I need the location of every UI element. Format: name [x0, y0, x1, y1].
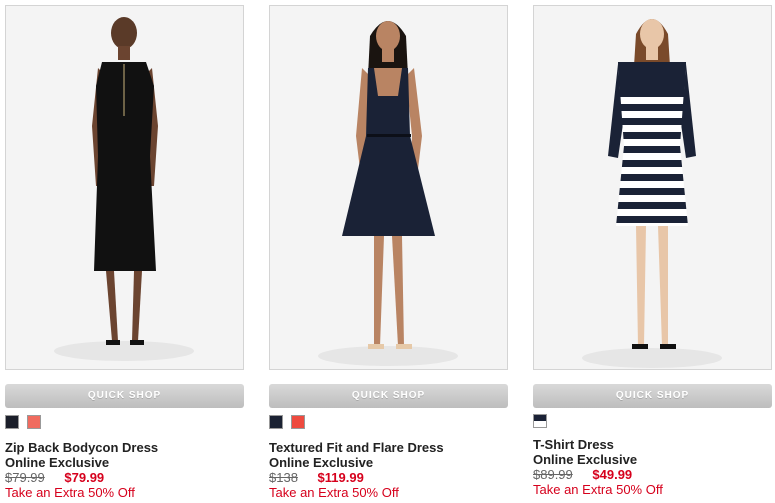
swatch-navy-white-stripe[interactable]	[533, 414, 547, 428]
online-exclusive-badge: Online Exclusive	[269, 455, 374, 470]
sale-price: $119.99	[317, 470, 364, 485]
quick-shop-button[interactable]: QUICK SHOP	[269, 384, 508, 408]
original-price: $138	[269, 470, 298, 485]
swatch-navy[interactable]	[269, 415, 283, 429]
product-info: Textured Fit and Flare Dress Online Excl…	[269, 440, 507, 500]
product-image[interactable]	[533, 5, 772, 370]
product-card: QUICK SHOP Zip Back Bodycon Dress Online…	[3, 0, 244, 503]
product-name[interactable]: T-Shirt Dress	[533, 437, 771, 452]
online-exclusive-badge: Online Exclusive	[5, 455, 110, 470]
color-swatches	[5, 415, 45, 429]
price-row: $138 $119.99	[269, 470, 507, 485]
product-name[interactable]: Zip Back Bodycon Dress	[5, 440, 243, 455]
swatch-red[interactable]	[291, 415, 306, 429]
quick-shop-button[interactable]: QUICK SHOP	[533, 384, 772, 408]
product-info: T-Shirt Dress Online Exclusive $89.99 $4…	[533, 437, 771, 497]
color-swatches	[269, 415, 309, 429]
original-price: $89.99	[533, 467, 573, 482]
product-card: QUICK SHOP T-Shirt Dress Online Exclusiv…	[531, 0, 772, 503]
model-photo	[534, 6, 771, 369]
product-name[interactable]: Textured Fit and Flare Dress	[269, 440, 507, 455]
sale-price: $49.99	[592, 467, 633, 482]
original-price: $79.99	[5, 470, 45, 485]
product-info: Zip Back Bodycon Dress Online Exclusive …	[5, 440, 243, 500]
model-photo	[6, 6, 243, 369]
online-exclusive-badge: Online Exclusive	[533, 452, 638, 467]
swatch-navy[interactable]	[5, 415, 19, 429]
color-swatches	[533, 414, 551, 428]
swatch-coral[interactable]	[27, 415, 42, 429]
price-row: $79.99 $79.99	[5, 470, 243, 485]
product-card: QUICK SHOP Textured Fit and Flare Dress …	[267, 0, 508, 503]
product-image[interactable]	[269, 5, 508, 370]
product-image[interactable]	[5, 5, 244, 370]
promo-text: Take an Extra 50% Off	[533, 482, 663, 497]
promo-text: Take an Extra 50% Off	[269, 485, 399, 500]
model-photo	[270, 6, 507, 369]
price-row: $89.99 $49.99	[533, 467, 771, 482]
sale-price: $79.99	[64, 470, 105, 485]
quick-shop-button[interactable]: QUICK SHOP	[5, 384, 244, 408]
promo-text: Take an Extra 50% Off	[5, 485, 135, 500]
